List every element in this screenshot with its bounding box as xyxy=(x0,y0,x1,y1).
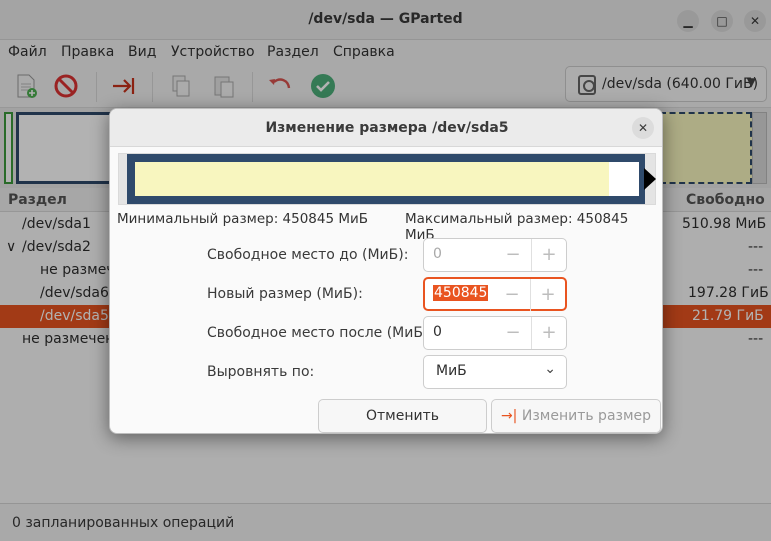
min-size-label: Минимальный размер: 450845 МиБ xyxy=(117,211,369,227)
minus-icon[interactable]: − xyxy=(495,284,529,305)
resize-move-icon: →| xyxy=(500,408,518,424)
resize-button-label: Изменить размер xyxy=(521,408,652,424)
used-space-fill xyxy=(135,162,609,196)
right-resize-handle[interactable] xyxy=(644,154,656,204)
new-size-input[interactable]: 450845 − + xyxy=(423,277,567,311)
cancel-button[interactable]: Отменить xyxy=(318,399,487,433)
free-after-input[interactable]: 0 − + xyxy=(423,316,567,350)
partition-frame[interactable] xyxy=(127,154,647,204)
align-label: Выровнять по: xyxy=(207,364,315,380)
resize-arrow-icon[interactable] xyxy=(644,168,656,190)
new-size-label: Новый размер (МиБ): xyxy=(207,286,363,302)
dialog-titlebar: Изменение размера /dev/sda5 ✕ xyxy=(110,109,662,147)
new-size-value: 450845 xyxy=(433,285,489,301)
resize-dialog: Изменение размера /dev/sda5 ✕ Минимальны… xyxy=(109,108,663,434)
free-after-value: 0 xyxy=(433,324,442,340)
minus-icon[interactable]: − xyxy=(496,244,530,265)
free-after-label: Свободное место после (МиБ): xyxy=(207,325,434,341)
free-before-input[interactable]: 0 − + xyxy=(423,238,567,272)
plus-icon[interactable]: + xyxy=(532,322,566,343)
resize-button[interactable]: →| Изменить размер xyxy=(491,399,661,433)
align-value: МиБ xyxy=(436,363,467,379)
minus-icon[interactable]: − xyxy=(496,322,530,343)
free-before-label: Свободное место до (МиБ): xyxy=(207,247,409,263)
dialog-title: Изменение размера /dev/sda5 xyxy=(265,120,509,136)
free-before-value: 0 xyxy=(433,246,442,262)
left-resize-handle[interactable] xyxy=(119,154,127,204)
close-icon[interactable]: ✕ xyxy=(632,117,654,139)
resize-bar[interactable] xyxy=(118,153,656,205)
plus-icon[interactable]: + xyxy=(531,284,565,305)
align-dropdown[interactable]: МиБ ⌄ xyxy=(423,355,567,389)
chevron-down-icon: ⌄ xyxy=(544,361,556,377)
plus-icon[interactable]: + xyxy=(532,244,566,265)
